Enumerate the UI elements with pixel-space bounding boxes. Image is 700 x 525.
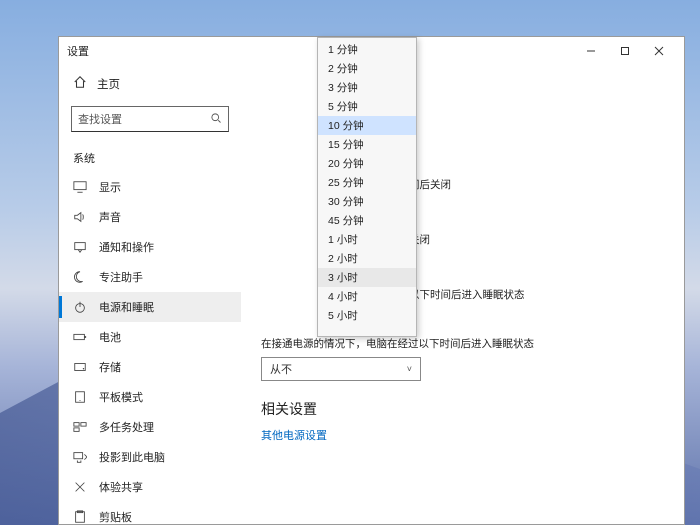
home-icon bbox=[73, 75, 87, 92]
dropdown-option[interactable]: 25 分钟 bbox=[318, 173, 416, 192]
sidebar-item-1[interactable]: 声音 bbox=[59, 202, 241, 232]
sidebar-item-label: 电源和睡眠 bbox=[99, 299, 154, 315]
sidebar-item-label: 平板模式 bbox=[99, 389, 143, 405]
dropdown-option[interactable]: 1 分钟 bbox=[318, 40, 416, 59]
multitask-icon bbox=[73, 420, 87, 434]
home-button[interactable]: 主页 bbox=[59, 69, 241, 98]
dropdown-option[interactable]: 1 小时 bbox=[318, 230, 416, 249]
content-pane: 过以下时间后关闭 下时间后关闭 脑在经过以下时间后进入睡眠状态 在接通电源的情况… bbox=[241, 65, 684, 524]
sidebar-item-4[interactable]: 电源和睡眠 bbox=[59, 292, 241, 322]
sidebar-item-11[interactable]: 剪贴板 bbox=[59, 502, 241, 524]
sidebar-item-8[interactable]: 多任务处理 bbox=[59, 412, 241, 442]
dropdown-option[interactable]: 3 分钟 bbox=[318, 78, 416, 97]
notification-icon bbox=[73, 240, 87, 254]
sidebar-nav: 显示声音通知和操作专注助手电源和睡眠电池存储平板模式多任务处理投影到此电脑体验共… bbox=[59, 172, 241, 524]
sidebar-item-label: 多任务处理 bbox=[99, 419, 154, 435]
project-icon bbox=[73, 450, 87, 464]
dropdown-option[interactable]: 15 分钟 bbox=[318, 135, 416, 154]
sidebar: 主页 查找设置 系统 显示声音通知和操作专注助手电源和睡眠电池存储平板模式多任务… bbox=[59, 65, 241, 524]
sidebar-item-label: 声音 bbox=[99, 209, 121, 225]
display-icon bbox=[73, 180, 87, 194]
dropdown-option[interactable]: 3 小时 bbox=[318, 268, 416, 287]
maximize-button[interactable] bbox=[608, 39, 642, 63]
dropdown-option[interactable]: 5 分钟 bbox=[318, 97, 416, 116]
battery-icon bbox=[73, 330, 87, 344]
dropdown-option[interactable]: 5 小时 bbox=[318, 306, 416, 325]
dropdown-option[interactable]: 30 分钟 bbox=[318, 192, 416, 211]
sidebar-category: 系统 bbox=[59, 140, 241, 172]
dropdown-option[interactable]: 45 分钟 bbox=[318, 211, 416, 230]
sidebar-item-10[interactable]: 体验共享 bbox=[59, 472, 241, 502]
search-icon bbox=[210, 112, 222, 127]
minimize-button[interactable] bbox=[574, 39, 608, 63]
sleep-plugged-combo[interactable]: 从不 ˅ bbox=[261, 357, 421, 381]
dropdown-option[interactable]: 4 小时 bbox=[318, 287, 416, 306]
sidebar-item-label: 剪贴板 bbox=[99, 509, 132, 524]
search-placeholder: 查找设置 bbox=[78, 111, 210, 127]
time-dropdown[interactable]: 1 分钟2 分钟3 分钟5 分钟10 分钟15 分钟20 分钟25 分钟30 分… bbox=[317, 37, 417, 337]
sleep-plugged-value: 从不 bbox=[270, 361, 292, 377]
sidebar-item-label: 电池 bbox=[99, 329, 121, 345]
sound-icon bbox=[73, 210, 87, 224]
sidebar-item-5[interactable]: 电池 bbox=[59, 322, 241, 352]
settings-window: 设置 主页 查找设置 系统 显示声音通知和操作专注助手电源和睡眠电池存储平板模式… bbox=[58, 36, 685, 525]
sidebar-item-3[interactable]: 专注助手 bbox=[59, 262, 241, 292]
close-button[interactable] bbox=[642, 39, 676, 63]
sidebar-item-label: 存储 bbox=[99, 359, 121, 375]
sidebar-item-7[interactable]: 平板模式 bbox=[59, 382, 241, 412]
additional-power-link[interactable]: 其他电源设置 bbox=[261, 427, 664, 443]
window-title: 设置 bbox=[67, 43, 89, 59]
dropdown-option[interactable]: 20 分钟 bbox=[318, 154, 416, 173]
dropdown-option[interactable]: 10 分钟 bbox=[318, 116, 416, 135]
sidebar-item-label: 显示 bbox=[99, 179, 121, 195]
sidebar-item-2[interactable]: 通知和操作 bbox=[59, 232, 241, 262]
focus-icon bbox=[73, 270, 87, 284]
chevron-down-icon: ˅ bbox=[407, 364, 412, 374]
tablet-icon bbox=[73, 390, 87, 404]
sidebar-item-label: 专注助手 bbox=[99, 269, 143, 285]
sidebar-item-9[interactable]: 投影到此电脑 bbox=[59, 442, 241, 472]
sidebar-item-6[interactable]: 存储 bbox=[59, 352, 241, 382]
sleep-plugged-label: 在接通电源的情况下，电脑在经过以下时间后进入睡眠状态 bbox=[261, 336, 664, 351]
search-input[interactable]: 查找设置 bbox=[71, 106, 229, 132]
dropdown-option[interactable]: 2 分钟 bbox=[318, 59, 416, 78]
home-label: 主页 bbox=[97, 76, 120, 92]
sidebar-item-label: 通知和操作 bbox=[99, 239, 154, 255]
power-icon bbox=[73, 300, 87, 314]
dropdown-option[interactable]: 2 小时 bbox=[318, 249, 416, 268]
sidebar-item-label: 投影到此电脑 bbox=[99, 449, 165, 465]
sidebar-item-0[interactable]: 显示 bbox=[59, 172, 241, 202]
storage-icon bbox=[73, 360, 87, 374]
sidebar-item-label: 体验共享 bbox=[99, 479, 143, 495]
related-settings-heading: 相关设置 bbox=[261, 399, 664, 419]
shared-icon bbox=[73, 480, 87, 494]
clipboard-icon bbox=[73, 510, 87, 524]
